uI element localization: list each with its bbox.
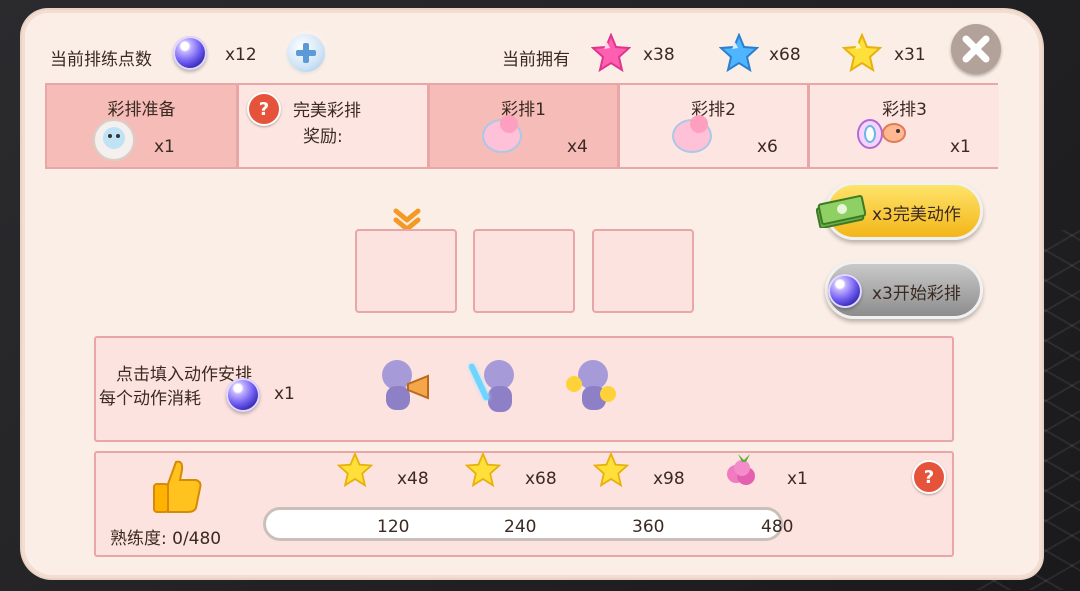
owned-label: 当前拥有 bbox=[502, 50, 570, 70]
action-slot-3[interactable] bbox=[592, 229, 694, 313]
disco-orb-icon bbox=[173, 36, 207, 70]
thumbs-up-icon bbox=[153, 460, 202, 513]
mascot-icon bbox=[93, 119, 135, 161]
close-button[interactable] bbox=[951, 24, 1001, 74]
close-icon bbox=[962, 35, 990, 63]
reward-count: x48 bbox=[397, 469, 429, 489]
tab-label: 彩排准备 bbox=[107, 100, 176, 120]
add-points-button[interactable] bbox=[287, 34, 325, 72]
action-megaphone-icon[interactable] bbox=[378, 356, 438, 416]
action-slot-2[interactable] bbox=[473, 229, 575, 313]
mastery-panel bbox=[94, 451, 954, 557]
tab-perfect-rehearsal[interactable]: ? 完美彩排 奖励: bbox=[239, 85, 427, 167]
help-icon[interactable]: ? bbox=[247, 92, 281, 126]
points-label: 当前排练点数 bbox=[50, 50, 152, 70]
reward-count: x68 bbox=[525, 469, 557, 489]
yellow-star-icon bbox=[593, 452, 629, 488]
help-icon[interactable]: ? bbox=[912, 460, 946, 494]
milestone-label: 480 bbox=[761, 517, 794, 537]
pink-star-count: x38 bbox=[643, 45, 675, 65]
yellow-star-icon bbox=[465, 452, 501, 488]
milestone-label: 120 bbox=[377, 517, 410, 537]
disco-orb-icon bbox=[226, 378, 260, 412]
berry-icon bbox=[727, 454, 755, 485]
pink-star-icon bbox=[591, 33, 631, 73]
action-pompom-icon[interactable] bbox=[566, 356, 626, 416]
blue-star-icon bbox=[719, 33, 759, 73]
tab-count: x1 bbox=[154, 137, 175, 157]
pink-flower-costume-icon bbox=[672, 115, 712, 153]
ribbon-creature-icon bbox=[857, 119, 906, 149]
start-rehearsal-button[interactable]: x3开始彩排 bbox=[825, 261, 983, 319]
pink-flower-costume-icon bbox=[482, 115, 522, 153]
action-glowstick-icon[interactable] bbox=[467, 356, 530, 418]
yellow-star-icon bbox=[842, 33, 882, 73]
tab-label: 完美彩排 bbox=[293, 101, 361, 121]
tab-count: x4 bbox=[567, 137, 588, 157]
reward-count: x1 bbox=[787, 469, 808, 489]
actions-cost: x1 bbox=[274, 384, 295, 404]
rehearsal-tabs: 彩排准备 x1 ? 完美彩排 奖励: 彩排1 x4 彩排2 x6 彩排3 x1 bbox=[45, 83, 999, 169]
action-slot-1[interactable] bbox=[355, 229, 457, 313]
blue-star-count: x68 bbox=[769, 45, 801, 65]
milestone-label: 360 bbox=[632, 517, 665, 537]
yellow-star-count: x31 bbox=[894, 45, 926, 65]
actions-cost-label: 每个动作消耗 bbox=[99, 389, 201, 409]
plus-icon bbox=[296, 43, 316, 63]
perfect-action-label: x3完美动作 bbox=[872, 205, 961, 225]
yellow-star-icon bbox=[337, 452, 373, 488]
tab-rehearsal-1[interactable]: 彩排1 x4 bbox=[430, 85, 617, 167]
reward-count: x98 bbox=[653, 469, 685, 489]
disco-orb-icon bbox=[828, 274, 862, 308]
points-count: x12 bbox=[225, 45, 257, 65]
perfect-action-button[interactable]: x3完美动作 bbox=[816, 182, 983, 240]
tab-rehearsal-2[interactable]: 彩排2 x6 bbox=[620, 85, 807, 167]
mastery-label: 熟练度: 0/480 bbox=[110, 529, 222, 549]
tab-count: x6 bbox=[757, 137, 778, 157]
milestone-label: 240 bbox=[504, 517, 537, 537]
tab-count: x1 bbox=[950, 137, 971, 157]
tab-label: 彩排2 bbox=[691, 100, 736, 120]
money-stack-icon bbox=[816, 195, 866, 228]
tab-rehearsal-3[interactable]: 彩排3 x1 bbox=[810, 85, 999, 167]
tab-preparation[interactable]: 彩排准备 x1 bbox=[47, 85, 236, 167]
start-rehearsal-label: x3开始彩排 bbox=[872, 284, 961, 304]
tab-label: 彩排1 bbox=[501, 100, 546, 120]
tab-sublabel: 奖励: bbox=[303, 127, 343, 147]
